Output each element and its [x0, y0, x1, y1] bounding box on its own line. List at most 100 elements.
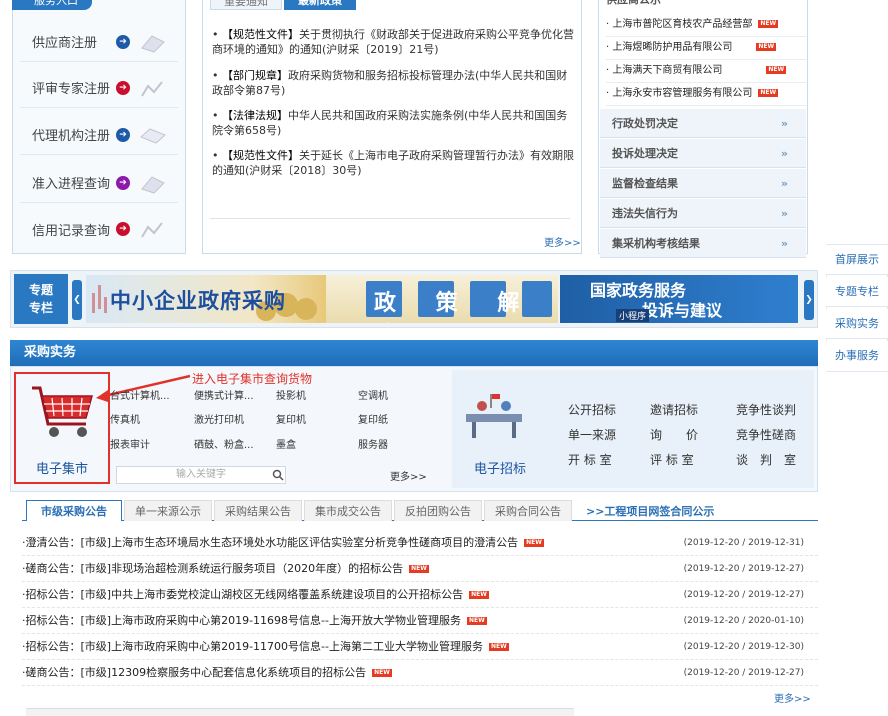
supplier-header: 供应商公示 — [606, 0, 686, 8]
category-aircon[interactable]: 空调机 — [358, 387, 440, 402]
side-nav-procurement[interactable]: 采购实务 — [826, 309, 888, 339]
category-laptop[interactable]: 便携式计算... — [194, 387, 276, 402]
new-badge: NEW — [756, 43, 777, 51]
emall-more-link[interactable]: 更多>> — [390, 468, 427, 483]
access-progress-query-link[interactable]: 准入进程查询 ➔ — [20, 163, 178, 203]
topic-line: 专题 — [28, 283, 53, 297]
side-nav-services[interactable]: 办事服务 — [826, 341, 888, 371]
table-row[interactable]: ·招标公告：[市级]上海市政府采购中心第2019-11700号信息--上海第二工… — [22, 634, 818, 660]
row-date: (2019-12-20 / 2019-12-27) — [683, 590, 804, 600]
table-more-link[interactable]: 更多>> — [774, 690, 811, 705]
table-row[interactable]: ·澄清公告：[市级]上海市生态环境局水生态环境处水功能区评估实验室分析竞争性磋商… — [22, 530, 818, 556]
banner-policy-interpretation[interactable]: 政 策 解 读 — [326, 275, 558, 323]
banner-next-arrow[interactable]: ❯ — [804, 280, 814, 320]
document-icon — [141, 34, 165, 53]
supplier-item[interactable]: · 上海永安市容管理服务有限公司 NEW — [606, 83, 806, 106]
banner-sme-procurement[interactable]: 中小企业政府采购 — [86, 275, 326, 323]
banner-prev-arrow[interactable]: ❮ — [72, 280, 82, 320]
category-server[interactable]: 服务器 — [358, 436, 440, 451]
tender-negotiation[interactable]: 竞争性谈判 — [736, 401, 816, 418]
notice-item[interactable]: • 【规范性文件】关于延长《上海市电子政府采购管理暂行办法》有效期限的通知(沪财… — [212, 148, 574, 178]
new-badge: NEW — [758, 89, 779, 97]
supplier-name: 上海永安市容管理服务有限公司 — [612, 88, 753, 99]
menu-label: 集采机构考核结果 — [612, 237, 700, 250]
notice-item[interactable]: • 【规范性文件】关于贯彻执行《财政部关于促进政府采购公平竞争优化营商环境的通知… — [212, 27, 574, 57]
credit-record-query-link[interactable]: 信用记录查询 ➔ — [20, 209, 178, 249]
supplier-item[interactable]: · 上海市普陀区育枝农产品经营部 NEW — [606, 14, 806, 37]
banner-title: 政 策 解 读 — [374, 290, 536, 323]
notice-item[interactable]: • 【部门规章】政府采购货物和服务招标投标管理办法(中华人民共和国财政部令第87… — [212, 68, 574, 98]
supplier-item[interactable]: · 上海煜晞防护用品有限公司 NEW — [606, 37, 806, 60]
topic-line: 专栏 — [28, 301, 53, 315]
menu-inspection-result[interactable]: 监督检查结果 » — [600, 169, 806, 198]
reg-label: 评审专家注册 — [32, 82, 111, 97]
new-badge: NEW — [488, 643, 509, 651]
notice-item[interactable]: • 【法律法规】中华人民共和国政府采购法实施条例(中华人民共和国国务院令第658… — [212, 108, 574, 138]
row-date: (2019-12-20 / 2019-12-27) — [683, 564, 804, 574]
banner-complaint-miniprogram[interactable]: 国家政务服务 投诉与建议 小程序 — [560, 275, 798, 323]
tab-procurement-result[interactable]: 采购结果公告 — [214, 500, 302, 521]
meeting-desk-icon — [466, 394, 522, 438]
table-row[interactable]: ·磋商公告：[市级]12309检察服务中心配套信息化系统项目的招标公告 NEW (2… — [22, 660, 818, 686]
arrow-right-icon: ➔ — [116, 175, 130, 190]
new-badge: NEW — [524, 539, 544, 547]
tab-city-procurement[interactable]: 市级采购公告 — [26, 500, 122, 521]
tab-single-source[interactable]: 单一来源公示 — [124, 500, 212, 521]
shopping-cart-icon[interactable] — [28, 382, 98, 448]
etender-label[interactable]: 电子招标 — [474, 458, 526, 477]
category-desktop[interactable]: 台式计算机... — [110, 387, 192, 402]
tender-open[interactable]: 公开招标 — [568, 401, 638, 418]
menu-dishonest-behavior[interactable]: 违法失信行为 » — [600, 199, 806, 228]
menu-label: 行政处罚决定 — [612, 117, 678, 130]
emall-search-input[interactable]: 输入关键字 — [116, 466, 286, 484]
chart-icon — [141, 222, 163, 238]
register-agency-link[interactable]: 代理机构注册 ➔ — [20, 115, 178, 155]
next-tabs-strip — [26, 708, 574, 716]
tender-consultation[interactable]: 竞争性磋商 — [736, 426, 816, 443]
tab-latest-policy[interactable]: 最新政策 — [284, 0, 356, 10]
bid-opening-room[interactable]: 开 标 室 — [568, 451, 638, 468]
table-row[interactable]: ·招标公告：[市级]中共上海市委党校淀山湖校区无线网络覆盖系统建设项目的公开招标… — [22, 582, 818, 608]
negotiation-room[interactable]: 谈 判 室 — [736, 451, 816, 468]
supplier-name: 上海市普陀区育枝农产品经营部 — [612, 19, 753, 30]
notices-more-link[interactable]: 更多>> — [544, 234, 581, 249]
chevron-right-icon: » — [780, 207, 788, 220]
category-projector[interactable]: 投影机 — [276, 387, 358, 402]
tab-project-contract-link[interactable]: >>工程项目网签合同公示 — [586, 503, 714, 519]
row-text: ·磋商公告：[市级]非现场治超检测系统运行服务项目（2020年度）的招标公告 — [22, 562, 404, 575]
search-icon[interactable] — [272, 469, 284, 481]
tab-market-deal[interactable]: 集市成交公告 — [304, 500, 392, 521]
category-copier[interactable]: 复印机 — [276, 411, 358, 426]
menu-label: 违法失信行为 — [612, 207, 678, 220]
menu-complaint-decision[interactable]: 投诉处理决定 » — [600, 139, 806, 168]
new-badge: NEW — [766, 66, 787, 74]
tab-important-notice[interactable]: 重要通知 — [210, 0, 282, 10]
supplier-item[interactable]: · 上海满天下商贸有限公司 NEW — [606, 60, 806, 83]
new-badge: NEW — [758, 20, 779, 28]
menu-agency-assessment[interactable]: 集采机构考核结果 » — [600, 229, 806, 258]
category-audit[interactable]: 报表审计 — [110, 436, 192, 451]
emall-label[interactable]: 电子集市 — [36, 458, 88, 477]
registration-header: 服务入口 — [12, 0, 92, 10]
category-ink[interactable]: 墨盒 — [276, 436, 358, 451]
tender-inquiry[interactable]: 询 价 — [650, 426, 720, 443]
table-row[interactable]: ·招标公告：[市级]上海市政府采购中心第2019-11698号信息--上海开放大… — [22, 608, 818, 634]
tab-reverse-auction[interactable]: 反拍团购公告 — [394, 500, 482, 521]
side-nav-topics[interactable]: 专题专栏 — [826, 277, 888, 307]
category-laser-printer[interactable]: 激光打印机 — [194, 411, 276, 426]
category-toner[interactable]: 硒鼓、粉盒... — [194, 436, 276, 451]
tender-single-source[interactable]: 单一来源 — [568, 426, 638, 443]
bid-evaluation-room[interactable]: 评 标 室 — [650, 451, 720, 468]
chart-icon — [141, 80, 163, 97]
table-row[interactable]: ·磋商公告：[市级]非现场治超检测系统运行服务项目（2020年度）的招标公告 NE… — [22, 556, 818, 582]
register-supplier-link[interactable]: 供应商注册 ➔ — [20, 22, 178, 62]
register-expert-link[interactable]: 评审专家注册 ➔ — [20, 68, 178, 108]
side-nav-home[interactable]: 首屏展示 — [826, 245, 888, 275]
chevron-right-icon: » — [780, 177, 788, 190]
menu-administrative-penalty[interactable]: 行政处罚决定 » — [600, 109, 806, 138]
category-fax[interactable]: 传真机 — [110, 411, 192, 426]
tender-invite[interactable]: 邀请招标 — [650, 401, 720, 418]
tab-contract[interactable]: 采购合同公告 — [484, 500, 572, 521]
reg-label: 代理机构注册 — [32, 129, 111, 144]
category-copy-paper[interactable]: 复印纸 — [358, 411, 440, 426]
